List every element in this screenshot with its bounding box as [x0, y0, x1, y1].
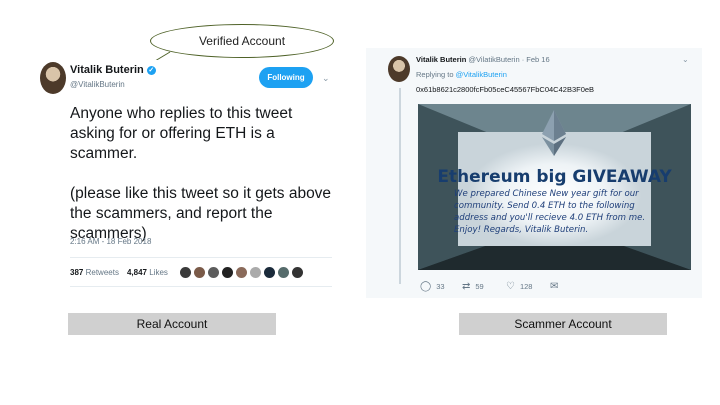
- author-handle-date[interactable]: @VilatikButerin · Feb 16: [468, 55, 549, 64]
- tweet-stats: 387 Retweets 4,847 Likes: [70, 257, 332, 287]
- replying-prefix: Replying to: [416, 70, 454, 79]
- following-button[interactable]: Following: [259, 67, 313, 88]
- likes-label: Likes: [149, 267, 168, 277]
- like-count: 128: [519, 282, 533, 291]
- avatar[interactable]: [263, 266, 275, 278]
- avatar[interactable]: [193, 266, 205, 278]
- replying-handle-link[interactable]: @VitalikButerin: [456, 70, 507, 79]
- heart-icon: ♡: [506, 281, 515, 292]
- real-tweet-card: Vitalik Buterin ✓ @VitalikButerin Followi…: [40, 60, 332, 288]
- author-name[interactable]: Vitalik Buterin: [416, 55, 466, 64]
- scammer-account-label: Scammer Account: [459, 313, 667, 335]
- thread-line: [399, 88, 401, 284]
- giveaway-banner-image[interactable]: Ethereum big GIVEAWAY We prepared Chines…: [418, 104, 691, 270]
- reply-count: 33: [436, 282, 445, 291]
- banner-graphic: [418, 104, 691, 270]
- reply-icon: ◯: [420, 281, 432, 292]
- replying-to: Replying to @VitalikButerin: [416, 70, 507, 79]
- banner-line: community. Send 0.4 ETH to the following: [454, 201, 635, 211]
- envelope-icon: ✉: [550, 281, 559, 292]
- retweet-action[interactable]: ⇄ 59: [462, 281, 484, 292]
- retweets-count: 387: [70, 267, 84, 277]
- avatar[interactable]: [207, 266, 219, 278]
- avatar[interactable]: [235, 266, 247, 278]
- banner-message: We prepared Chinese New year gift for ou…: [454, 188, 689, 236]
- reply-action[interactable]: ◯ 33: [420, 281, 445, 292]
- avatar[interactable]: [277, 266, 289, 278]
- banner-title: Ethereum big GIVEAWAY: [437, 167, 672, 187]
- likes-count: 4,847: [126, 267, 147, 277]
- tweet-timestamp[interactable]: 2:16 AM - 18 Feb 2018: [70, 237, 151, 246]
- author-name[interactable]: Vitalik Buterin ✓: [70, 64, 156, 76]
- banner-line: We prepared Chinese New year gift for ou…: [454, 189, 639, 199]
- message-action[interactable]: ✉: [550, 281, 563, 292]
- retweet-count: 59: [475, 282, 484, 291]
- verified-badge-icon: ✓: [146, 66, 156, 75]
- chevron-down-icon[interactable]: ⌄: [322, 73, 330, 84]
- avatar[interactable]: [291, 266, 303, 278]
- likes-stat[interactable]: 4,847 Likes: [127, 268, 168, 277]
- retweets-label: Retweets: [85, 267, 119, 277]
- like-action[interactable]: ♡ 128: [506, 281, 532, 292]
- chevron-down-icon[interactable]: ⌄: [682, 55, 689, 64]
- avatar[interactable]: [179, 266, 191, 278]
- avatar[interactable]: [221, 266, 233, 278]
- scam-tweet-card: Vitalik Buterin @VilatikButerin · Feb 16…: [366, 48, 702, 298]
- wallet-address: 0x61b8621c2800fcFb05ceC45567FbC04C42B3F0…: [416, 85, 595, 94]
- retweets-stat[interactable]: 387 Retweets: [70, 268, 119, 277]
- avatar[interactable]: [388, 56, 410, 82]
- verified-account-callout: Verified Account: [150, 24, 334, 58]
- tweet-header: Vitalik Buterin @VilatikButerin · Feb 16: [416, 55, 550, 64]
- liker-avatars: [179, 266, 306, 278]
- tweet-paragraph: Anyone who replies to this tweet asking …: [70, 105, 293, 162]
- banner-line: address and you'll recieve 4.0 ETH from …: [454, 213, 646, 223]
- avatar[interactable]: [40, 62, 66, 94]
- author-name-text: Vitalik Buterin: [70, 64, 144, 76]
- banner-line: Enjoy! Regards, Vitalik Buterin.: [454, 225, 589, 235]
- real-account-label: Real Account: [68, 313, 276, 335]
- retweet-icon: ⇄: [462, 281, 471, 292]
- avatar[interactable]: [249, 266, 261, 278]
- tweet-paragraph: (please like this tweet so it gets above…: [70, 185, 332, 242]
- author-handle[interactable]: @VitalikButerin: [70, 80, 125, 89]
